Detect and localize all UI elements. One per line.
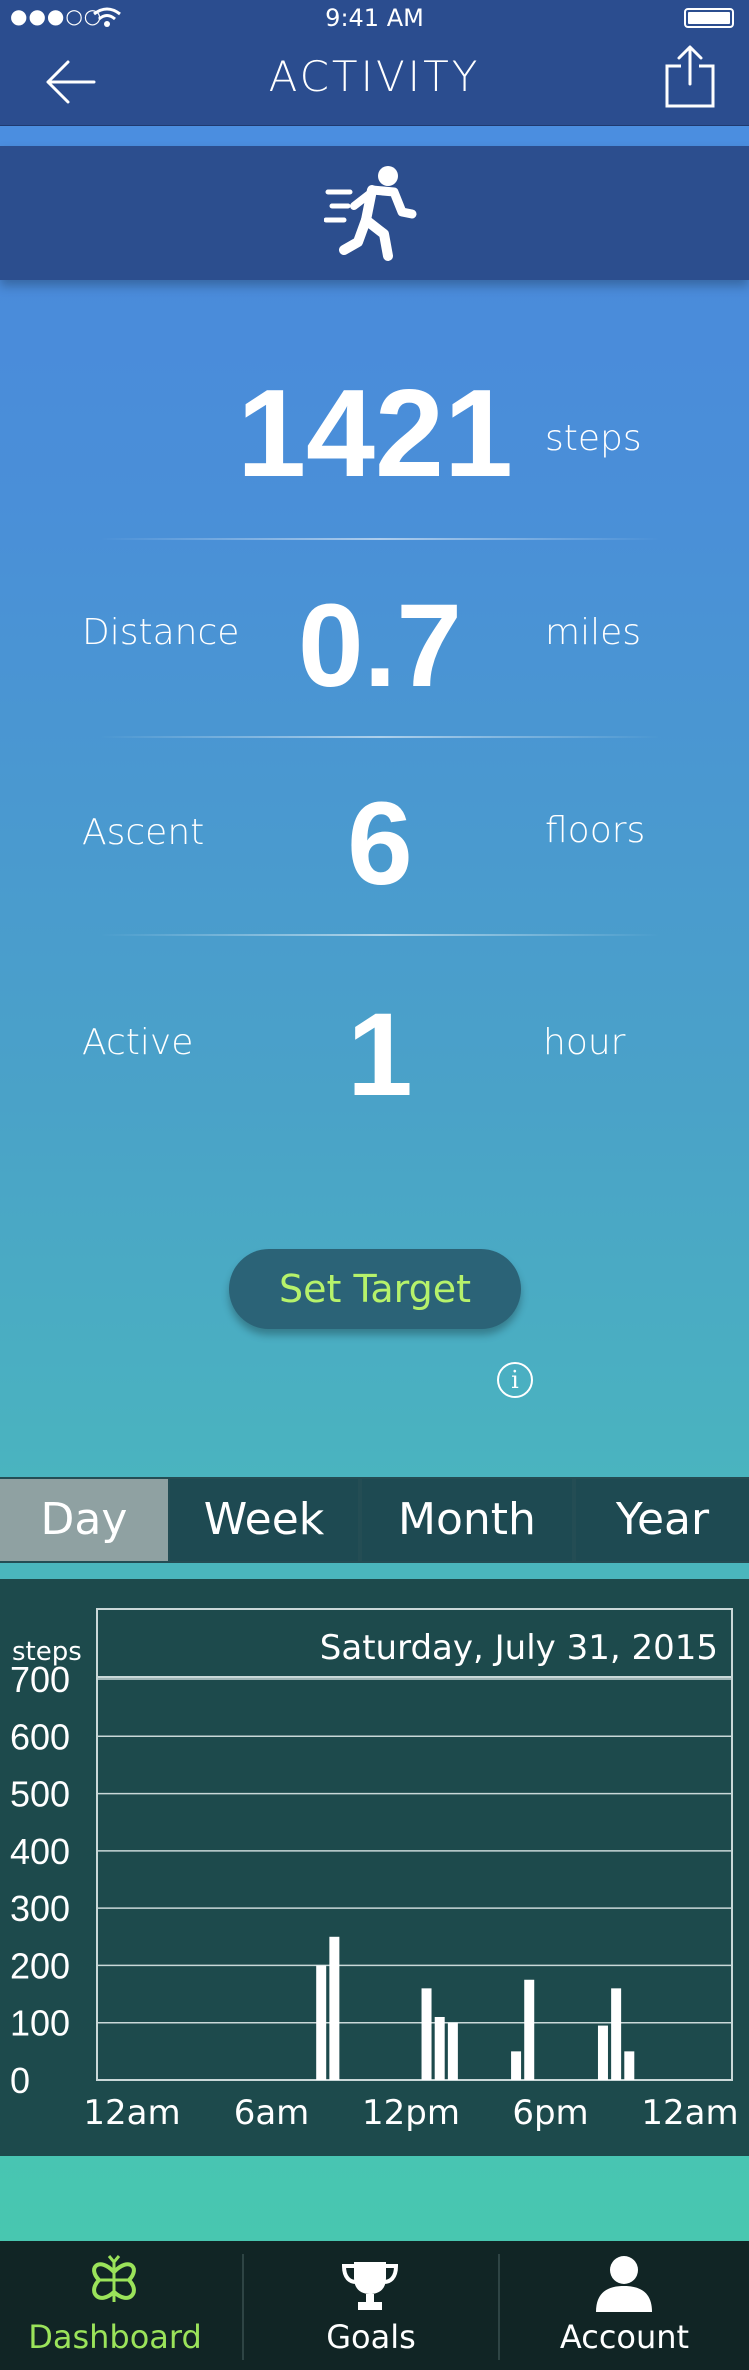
y-tick-label: 500 bbox=[10, 1774, 70, 1815]
running-person-icon bbox=[324, 166, 417, 261]
activity-icon-bar bbox=[0, 146, 749, 280]
steps-value: 1421 bbox=[237, 365, 513, 503]
info-icon[interactable]: i bbox=[497, 1362, 533, 1398]
tab-dashboard[interactable]: Dashboard bbox=[0, 2318, 230, 2356]
distance-unit: miles bbox=[545, 612, 641, 653]
x-tick-label: 12pm bbox=[362, 2093, 460, 2133]
chart-bar bbox=[624, 2051, 635, 2080]
active-value: 1 bbox=[347, 989, 413, 1121]
divider bbox=[100, 934, 660, 936]
tab-day[interactable]: Day bbox=[0, 1479, 168, 1561]
steps-unit: steps bbox=[545, 418, 642, 459]
tab-goals[interactable]: Goals bbox=[244, 2318, 498, 2356]
x-tick-label: 12am bbox=[641, 2093, 738, 2133]
clover-icon[interactable] bbox=[85, 2254, 143, 2318]
y-tick-label: 100 bbox=[10, 2003, 70, 2044]
ascent-value: 6 bbox=[347, 778, 413, 910]
chart-bar bbox=[447, 2022, 458, 2080]
y-tick-label: 700 bbox=[10, 1659, 70, 1700]
ascent-label: Ascent bbox=[82, 812, 205, 853]
y-tick-label: 300 bbox=[10, 1888, 70, 1929]
y-tick-label: 600 bbox=[10, 1716, 70, 1757]
x-tick-label: 12am bbox=[83, 2093, 180, 2133]
chart-bar bbox=[434, 2016, 445, 2080]
chart-title: Saturday, July 31, 2015 bbox=[320, 1628, 718, 1668]
chart-bar bbox=[511, 2051, 522, 2080]
y-tick-label: 400 bbox=[10, 1831, 70, 1872]
status-bar: ●●●○○ 9:41 AM bbox=[0, 0, 749, 38]
y-tick-label: 0 bbox=[10, 2060, 30, 2101]
chart-bar bbox=[329, 1936, 340, 2080]
status-time: 9:41 AM bbox=[325, 4, 424, 32]
x-tick-label: 6am bbox=[234, 2093, 310, 2133]
page-title: ACTIVITY bbox=[268, 52, 481, 101]
battery-icon bbox=[684, 8, 734, 28]
header-band bbox=[0, 126, 749, 146]
active-unit: hour bbox=[543, 1022, 626, 1063]
person-icon[interactable] bbox=[594, 2254, 654, 2312]
chart-panel: Saturday, July 31, 2015 steps 700 600 500 400… bbox=[0, 1579, 749, 2156]
tab-account[interactable]: Account bbox=[500, 2318, 749, 2356]
steps-chart: Saturday, July 31, 2015steps700600500400… bbox=[10, 1608, 739, 2133]
tab-year[interactable]: Year bbox=[576, 1479, 749, 1561]
divider bbox=[100, 538, 660, 540]
share-icon[interactable] bbox=[663, 44, 717, 110]
active-label: Active bbox=[82, 1022, 194, 1063]
y-tick-label: 200 bbox=[10, 1945, 70, 1986]
chart-bar bbox=[316, 1965, 327, 2080]
set-target-button[interactable]: Set Target bbox=[229, 1249, 521, 1329]
x-tick-label: 6pm bbox=[512, 2093, 588, 2133]
distance-value: 0.7 bbox=[297, 580, 463, 712]
trophy-icon[interactable] bbox=[340, 2260, 400, 2312]
divider bbox=[100, 736, 660, 738]
distance-label: Distance bbox=[82, 612, 240, 653]
chart-bar bbox=[421, 1988, 432, 2080]
chart-bar bbox=[597, 2025, 608, 2080]
ascent-unit: floors bbox=[545, 810, 646, 851]
chart-bar bbox=[524, 1979, 535, 2080]
tab-month[interactable]: Month bbox=[362, 1479, 572, 1561]
chart-bar bbox=[611, 1988, 622, 2080]
tab-week[interactable]: Week bbox=[170, 1479, 358, 1561]
